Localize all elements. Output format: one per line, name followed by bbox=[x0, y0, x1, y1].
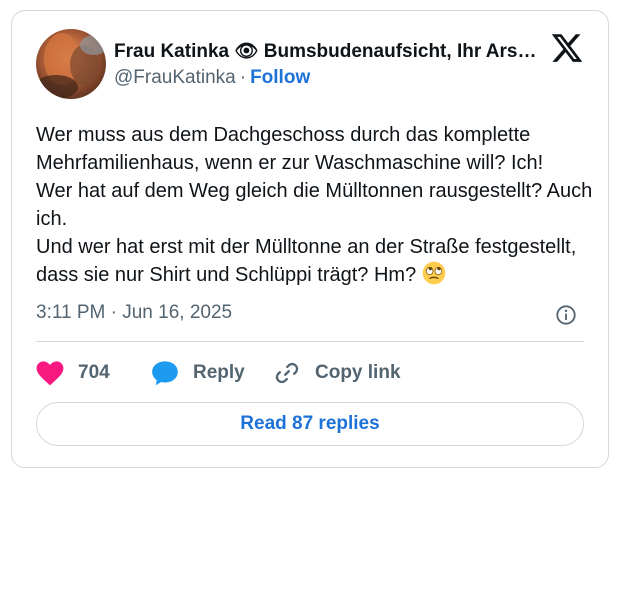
like-button[interactable]: 704 bbox=[36, 360, 151, 386]
reply-bubble-icon bbox=[152, 361, 178, 386]
author-handle-row: @FrauKatinka · Follow bbox=[114, 67, 310, 89]
link-icon bbox=[275, 362, 299, 384]
tweet-line-1: Wer muss aus dem Dachgeschoss durch das … bbox=[36, 124, 544, 174]
tweet-line-3-text: Und wer hat erst mit der Mülltonne an de… bbox=[36, 236, 577, 286]
x-logo-icon[interactable] bbox=[550, 31, 584, 65]
tweet-timestamp[interactable]: 3:11 PM · Jun 16, 2025 bbox=[36, 302, 232, 324]
avatar-image bbox=[36, 29, 106, 99]
heart-icon bbox=[36, 361, 64, 386]
copy-link-button[interactable]: Copy link bbox=[273, 359, 401, 387]
read-replies-button[interactable]: Read 87 replies bbox=[36, 402, 584, 446]
rolling-eyes-emoji bbox=[422, 261, 446, 285]
separator-dot: · bbox=[239, 67, 247, 88]
like-count: 704 bbox=[78, 362, 110, 383]
copy-link-label: Copy link bbox=[315, 362, 401, 383]
author-display-name[interactable]: Frau Katinka 👁 Bumsbudenaufsicht, Ihr Ar… bbox=[114, 39, 544, 63]
avatar[interactable] bbox=[36, 29, 106, 99]
tweet-line-3: Und wer hat erst mit der Mülltonne an de… bbox=[36, 233, 596, 289]
tweet-line-2: Wer hat auf dem Weg gleich die Mülltonne… bbox=[36, 180, 593, 230]
follow-button[interactable]: Follow bbox=[250, 67, 310, 88]
action-bar: 704 Reply Copy link bbox=[36, 356, 401, 390]
tweet-card: Frau Katinka 👁 Bumsbudenaufsicht, Ihr Ar… bbox=[11, 10, 609, 468]
reply-label: Reply bbox=[193, 362, 245, 383]
author-handle[interactable]: @FrauKatinka bbox=[114, 67, 236, 88]
info-icon[interactable] bbox=[555, 304, 577, 326]
reply-button[interactable]: Reply bbox=[151, 360, 273, 386]
tweet-text: Wer muss aus dem Dachgeschoss durch das … bbox=[36, 121, 596, 289]
divider bbox=[36, 341, 584, 342]
